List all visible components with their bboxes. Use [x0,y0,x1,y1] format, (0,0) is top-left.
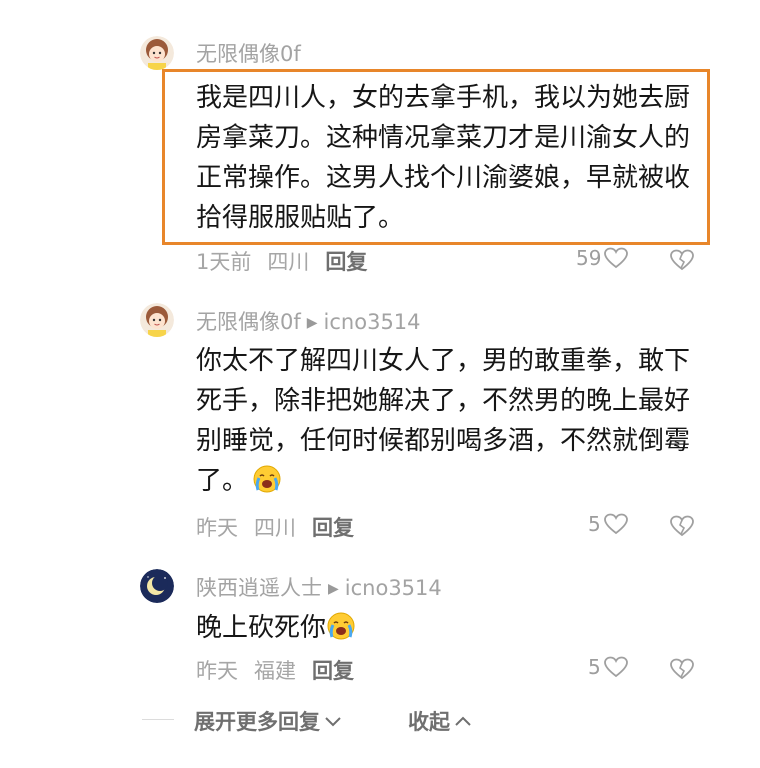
comment-location: 福建 [254,659,296,683]
like-count: 59 [576,246,602,270]
comment-time: 昨天 [196,516,238,540]
crying-face-icon [252,464,282,494]
reply-button[interactable]: 回复 [325,250,367,274]
comment-meta: 1天前 四川 回复 [196,246,383,276]
crescent-moon-avatar[interactable] [140,569,174,603]
dislike-button[interactable] [668,514,696,542]
like-button[interactable]: 59 [576,246,629,270]
heart-icon [603,656,628,678]
comment-username[interactable]: 陕西逍遥人士 [196,576,322,600]
comment-meta: 昨天 四川 回复 [196,512,370,542]
chevron-up-icon [455,716,471,726]
comment-text: 你太不了解四川女人了，男的敢重拳，敢下死手，除非把她解决了，不然男的晚上最好别睡… [196,341,708,501]
comment-meta: 昨天 福建 回复 [196,655,370,685]
play-triangle-icon: ▶ [306,315,318,331]
collapse-label: 收起 [408,710,450,734]
cartoon-girl-avatar[interactable] [140,36,174,70]
broken-heart-icon [670,249,694,271]
comment-username[interactable]: 无限偶像0f [196,38,301,68]
comment-header: 陕西逍遥人士 ▶ icno3514 [196,572,442,602]
collapse-button[interactable]: 收起 [408,706,472,736]
cartoon-girl-avatar[interactable] [140,303,174,337]
expand-label: 展开更多回复 [194,710,320,734]
like-button[interactable]: 5 [588,512,629,536]
comment-location: 四川 [267,250,310,274]
heart-icon [604,247,629,269]
divider [142,719,174,720]
broken-heart-icon [670,515,694,537]
like-count: 5 [588,655,601,679]
reply-button[interactable]: 回复 [312,659,354,683]
play-triangle-icon: ▶ [328,581,339,597]
comment-location: 四川 [254,516,296,540]
heart-icon [603,513,628,535]
comment-time: 1天前 [196,250,252,274]
chevron-down-icon [325,717,341,727]
like-count: 5 [588,512,601,536]
dislike-button[interactable] [668,248,696,276]
broken-heart-icon [670,658,694,680]
comment-time: 昨天 [196,659,238,683]
comment-text-content: 晚上砍死你 [196,613,327,643]
comment-text: 我是四川人，女的去拿手机，我以为她去厨房拿菜刀。这种情况拿菜刀才是川渝女人的正常… [196,83,691,233]
reply-to-username[interactable]: icno3514 [324,310,421,334]
expand-more-replies-button[interactable]: 展开更多回复 [194,706,342,736]
comment-text: 晚上砍死你 [196,608,696,648]
comment-username[interactable]: 无限偶像0f [196,310,301,334]
crying-face-icon [326,611,356,641]
dislike-button[interactable] [668,657,696,685]
like-button[interactable]: 5 [588,655,629,679]
reply-to-username[interactable]: icno3514 [345,576,442,600]
reply-button[interactable]: 回复 [312,516,354,540]
comment-header: 无限偶像0f ▶ icno3514 [196,306,421,336]
